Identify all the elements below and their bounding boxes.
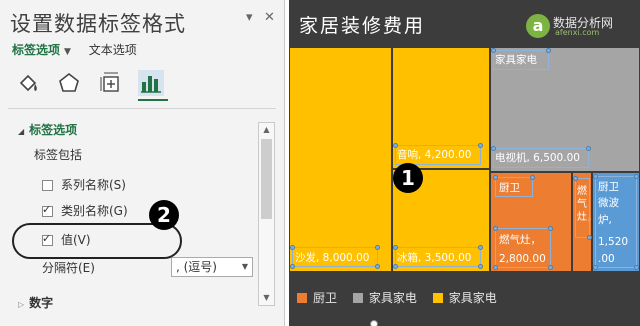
selection-handle[interactable] <box>375 264 380 269</box>
selection-handle[interactable] <box>548 265 553 270</box>
legend-label-appliances-gold: 家具家电 <box>448 291 497 305</box>
fill-line-icon[interactable] <box>16 70 42 96</box>
selection-handle[interactable] <box>491 146 496 151</box>
size-properties-icon[interactable] <box>98 70 124 96</box>
label-selection-stove[interactable] <box>495 228 551 268</box>
legend-item-kitchen[interactable]: 厨卫 <box>297 289 337 306</box>
label-options-bar-icon[interactable] <box>138 70 164 96</box>
legend-swatch-grey <box>352 293 363 303</box>
pane-scrollbar[interactable]: ▲ ▼ <box>258 122 275 306</box>
logo-subtext: afenxi.com <box>555 28 600 37</box>
separator-select[interactable]: , (逗号) ▼ <box>171 257 253 277</box>
selection-handle[interactable] <box>634 265 639 270</box>
legend-label-appliances-grey: 家具家电 <box>368 291 417 305</box>
category-icon-row <box>16 70 176 96</box>
selection-handle[interactable] <box>478 264 483 269</box>
treemap-chart[interactable]: 家居装修费用 a 数据分析网 afenxi.com 沙发, 8,000.00 音… <box>289 0 640 326</box>
category-name-label: 类别名称(G) <box>61 204 128 218</box>
series-name-checkbox[interactable] <box>42 180 53 191</box>
chart-title[interactable]: 家居装修费用 <box>299 11 425 38</box>
legend-label-kitchen: 厨卫 <box>313 291 338 305</box>
label-selection-stereo[interactable] <box>395 145 481 165</box>
section-number-title: 数字 <box>29 296 54 310</box>
selection-handle[interactable] <box>493 226 498 231</box>
tab-dropdown-icon[interactable]: ▼ <box>64 47 71 57</box>
selection-handle[interactable] <box>290 245 295 250</box>
format-data-labels-pane: 设置数据标签格式 ▾ ✕ 标签选项 ▼ 文本选项 ◢ 标签选项 标签包括 系列名称(… <box>0 0 285 326</box>
label-selection-sofa[interactable] <box>292 247 378 267</box>
pane-divider <box>8 108 276 109</box>
selection-handle[interactable] <box>586 146 591 151</box>
pane-options-dropdown-icon[interactable]: ▾ <box>246 10 253 25</box>
selection-handle[interactable] <box>491 48 496 53</box>
excel-window: 设置数据标签格式 ▾ ✕ 标签选项 ▼ 文本选项 ◢ 标签选项 标签包括 系列名称(… <box>0 0 640 326</box>
separator-label: 分隔符(E) <box>42 261 95 275</box>
selection-handle[interactable] <box>375 245 380 250</box>
selection-handle[interactable] <box>634 174 639 179</box>
scroll-thumb[interactable] <box>261 139 272 219</box>
callout-badge-1: 1 <box>393 163 423 193</box>
tile-sofa[interactable]: 沙发, 8,000.00 <box>289 47 392 272</box>
options-tab-row: 标签选项 ▼ 文本选项 <box>12 41 137 58</box>
site-logo: a 数据分析网 afenxi.com <box>526 14 634 40</box>
label-contains-heading: 标签包括 <box>34 148 83 162</box>
selection-handle[interactable] <box>393 245 398 250</box>
selection-handle[interactable] <box>393 264 398 269</box>
separator-value: , (逗号) <box>176 260 217 274</box>
close-icon[interactable]: ✕ <box>264 10 275 25</box>
section-label-options-title: 标签选项 <box>29 123 78 137</box>
selection-handle[interactable] <box>548 226 553 231</box>
selection-handle[interactable] <box>493 265 498 270</box>
effects-pentagon-icon[interactable] <box>56 70 82 96</box>
scroll-down-arrow-icon[interactable]: ▼ <box>259 291 274 305</box>
selection-handle[interactable] <box>530 175 535 180</box>
selection-handle[interactable] <box>593 174 598 179</box>
expand-triangle-icon: ▷ <box>18 300 25 309</box>
selection-handle[interactable] <box>593 265 598 270</box>
series-name-option[interactable]: 系列名称(S) <box>42 176 126 192</box>
label-selection-fridge[interactable] <box>395 247 481 267</box>
selection-handle[interactable] <box>478 143 483 148</box>
logo-circle-icon: a <box>526 14 550 38</box>
label-selection-group-furniture[interactable] <box>493 50 549 70</box>
selection-handle[interactable] <box>573 176 578 181</box>
scroll-up-arrow-icon[interactable]: ▲ <box>259 123 274 137</box>
legend-swatch-gold <box>432 293 443 303</box>
legend-swatch-orange <box>297 293 307 303</box>
selection-handle[interactable] <box>493 175 498 180</box>
chevron-down-icon: ▼ <box>241 262 248 271</box>
label-selection-heater[interactable] <box>575 178 590 238</box>
selected-category-underline <box>138 99 168 101</box>
selection-handle[interactable] <box>290 264 295 269</box>
section-label-options[interactable]: ◢ 标签选项 <box>18 121 77 138</box>
selection-handle[interactable] <box>587 235 592 240</box>
legend-item-appliances-gold[interactable]: 家具家电 <box>432 289 497 306</box>
tab-text-options[interactable]: 文本选项 <box>89 43 137 57</box>
selection-handle[interactable] <box>546 48 551 53</box>
label-selection-tv[interactable] <box>493 148 589 168</box>
label-selection-microwave[interactable] <box>595 176 637 268</box>
tab-label-options[interactable]: 标签选项 <box>12 43 60 57</box>
category-name-option[interactable]: 类别名称(G) <box>42 202 128 218</box>
selection-handle[interactable] <box>478 245 483 250</box>
chart-legend[interactable]: 厨卫 家具家电 家具家电 <box>297 289 509 306</box>
section-number[interactable]: ▷ 数字 <box>18 294 53 311</box>
callout-badge-2: 2 <box>149 200 179 230</box>
pane-title: 设置数据标签格式 <box>10 12 186 36</box>
chart-resize-handle[interactable] <box>370 320 378 326</box>
collapse-triangle-icon: ◢ <box>18 127 25 136</box>
selection-handle[interactable] <box>393 143 398 148</box>
label-selection-group-kitchen[interactable] <box>495 177 533 197</box>
series-name-label: 系列名称(S) <box>61 178 126 192</box>
legend-item-appliances-grey[interactable]: 家具家电 <box>352 289 417 306</box>
category-name-checkbox[interactable] <box>42 203 53 217</box>
